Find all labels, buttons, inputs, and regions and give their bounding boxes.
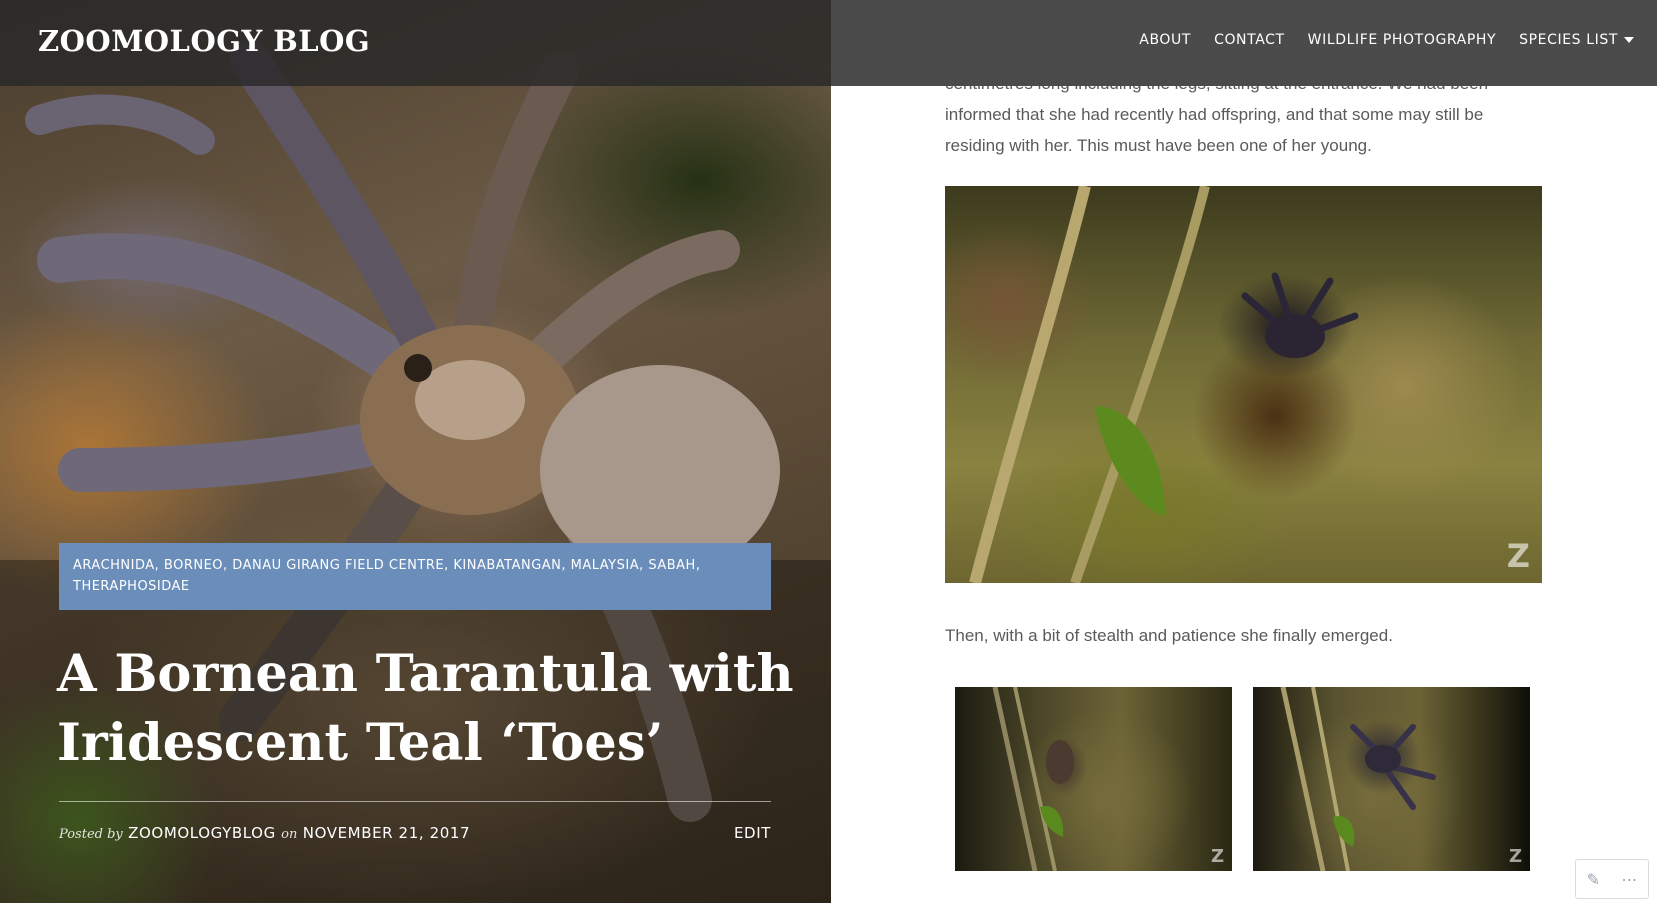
- site-title[interactable]: ZOOMOLOGY BLOG: [38, 24, 370, 58]
- posted-by-label: Posted by: [59, 827, 123, 842]
- nav-species-list-label: SPECIES LIST: [1519, 32, 1618, 48]
- watermark-logo: Z: [1210, 846, 1224, 867]
- edit-icon[interactable]: ✎: [1587, 870, 1600, 889]
- more-icon[interactable]: ⋯: [1621, 870, 1637, 889]
- photo-illustration: [1280, 687, 1436, 871]
- photo-tarantula-emerging-1[interactable]: Z: [955, 687, 1232, 871]
- photo-tarantula-burrow[interactable]: Z: [945, 186, 1542, 583]
- photo-illustration: [992, 687, 1074, 871]
- photo-tarantula-emerging-2[interactable]: Z: [1253, 687, 1530, 871]
- post-categories[interactable]: ARACHNIDA, BORNEO, DANAU GIRANG FIELD CE…: [59, 543, 771, 610]
- edit-link[interactable]: EDIT: [734, 824, 771, 842]
- nav-about[interactable]: ABOUT: [1139, 32, 1191, 48]
- post-meta: Posted by ZOOMOLOGYBLOG on NOVEMBER 21, …: [59, 824, 771, 842]
- watermark-logo: Z: [1506, 537, 1530, 575]
- post-title: A Bornean Tarantula with Iridescent Teal…: [57, 644, 794, 773]
- divider: [59, 801, 771, 802]
- chevron-down-icon: [1624, 37, 1634, 43]
- photo-illustration: [969, 186, 1359, 583]
- nav-contact[interactable]: CONTACT: [1214, 32, 1285, 48]
- main-nav: ABOUT CONTACT WILDLIFE PHOTOGRAPHY SPECI…: [1139, 0, 1657, 80]
- post-date-link[interactable]: NOVEMBER 21, 2017: [303, 824, 470, 842]
- paragraph: Then, with a bit of stealth and patience…: [945, 626, 1393, 645]
- nav-species-list[interactable]: SPECIES LIST: [1519, 32, 1634, 48]
- nav-wildlife-photography[interactable]: WILDLIFE PHOTOGRAPHY: [1308, 32, 1497, 48]
- author-link[interactable]: ZOOMOLOGYBLOG: [128, 824, 276, 842]
- admin-actions: ✎ ⋯: [1575, 859, 1649, 899]
- on-label: on: [281, 827, 298, 842]
- watermark-logo: Z: [1508, 846, 1522, 867]
